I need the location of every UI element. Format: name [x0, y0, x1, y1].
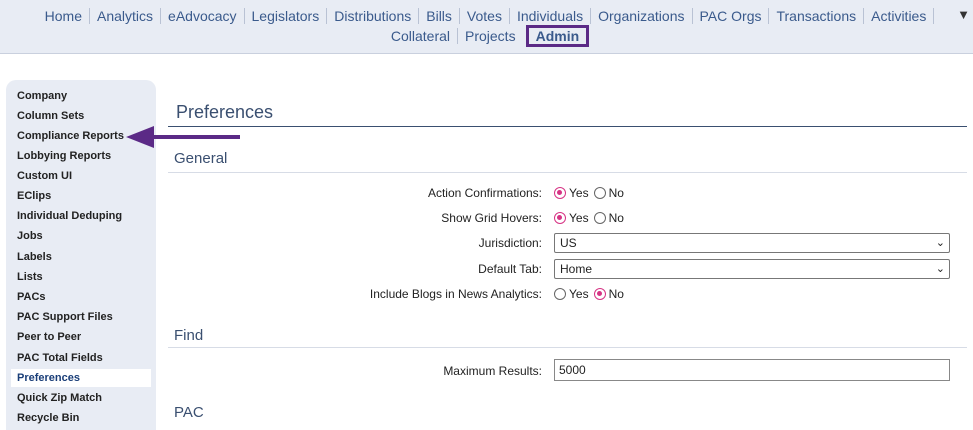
action-confirmations-label: Action Confirmations: — [427, 186, 542, 200]
nav-individuals[interactable]: Individuals — [508, 8, 590, 24]
sidebar-item-company[interactable]: Company — [17, 89, 67, 103]
title-divider — [168, 126, 967, 127]
radio-label-yes: Yes — [569, 211, 589, 225]
sidebar-item-pac-total-fields[interactable]: PAC Total Fields — [17, 351, 103, 365]
nav-legislators[interactable]: Legislators — [243, 8, 327, 24]
collapse-down-icon[interactable]: ▼ — [957, 7, 970, 22]
sidebar-item-individual-deduping[interactable]: Individual Deduping — [17, 209, 122, 223]
nav-row-2: Collateral Projects Admin — [0, 25, 973, 47]
nav-home[interactable]: Home — [38, 8, 89, 24]
section-divider — [168, 172, 967, 173]
section-general-heading: General — [174, 150, 228, 167]
sidebar-item-eclips[interactable]: EClips — [17, 189, 51, 203]
include-blogs-radio-group: Yes No — [554, 287, 629, 301]
jurisdiction-value: US — [560, 236, 577, 250]
sidebar-item-pac-support-files[interactable]: PAC Support Files — [17, 310, 113, 324]
sidebar-item-preferences[interactable]: Preferences — [11, 369, 151, 387]
section-find-heading: Find — [174, 327, 204, 344]
sidebar-item-lists[interactable]: Lists — [17, 270, 43, 284]
nav-organizations[interactable]: Organizations — [590, 8, 691, 24]
sidebar-item-compliance-reports[interactable]: Compliance Reports — [17, 129, 124, 143]
maximum-results-input[interactable]: 5000 — [554, 359, 950, 381]
nav-bills[interactable]: Bills — [418, 8, 459, 24]
radio-label-no: No — [608, 211, 624, 225]
radio-label-yes: Yes — [569, 186, 589, 200]
include-blogs-label: Include Blogs in News Analytics: — [369, 287, 542, 301]
chevron-down-icon: ⌄ — [935, 263, 945, 275]
top-nav: Home Analytics eAdvocacy Legislators Dis… — [0, 0, 973, 54]
nav-projects[interactable]: Projects — [457, 28, 523, 44]
nav-row-1: Home Analytics eAdvocacy Legislators Dis… — [0, 6, 973, 26]
maximum-results-label: Maximum Results: — [443, 364, 542, 378]
nav-divider — [933, 8, 935, 24]
show-grid-hovers-no-radio[interactable] — [593, 212, 606, 224]
nav-admin[interactable]: Admin — [525, 25, 590, 47]
section-pac-heading: PAC — [174, 404, 204, 421]
show-grid-hovers-yes-radio[interactable] — [554, 212, 566, 224]
default-tab-value: Home — [560, 262, 593, 276]
sidebar-item-quick-zip-match[interactable]: Quick Zip Match — [17, 391, 102, 405]
include-blogs-yes-radio[interactable] — [554, 288, 566, 300]
page-title: Preferences — [176, 102, 274, 122]
action-confirmations-no-radio[interactable] — [593, 187, 606, 199]
radio-label-yes: Yes — [569, 287, 589, 301]
default-tab-select[interactable]: Home ⌄ — [554, 259, 950, 279]
jurisdiction-label: Jurisdiction: — [478, 236, 542, 250]
sidebar-item-peer-to-peer[interactable]: Peer to Peer — [17, 330, 81, 344]
action-confirmations-radio-group: Yes No — [554, 186, 629, 200]
sidebar-item-column-sets[interactable]: Column Sets — [17, 109, 84, 123]
nav-eadvocacy[interactable]: eAdvocacy — [160, 8, 243, 24]
nav-distributions[interactable]: Distributions — [326, 8, 418, 24]
sidebar-item-lobbying-reports[interactable]: Lobbying Reports — [17, 149, 111, 163]
include-blogs-no-radio[interactable] — [593, 288, 606, 300]
radio-label-no: No — [608, 186, 624, 200]
pointer-arrow-icon — [126, 126, 240, 148]
nav-transactions[interactable]: Transactions — [768, 8, 863, 24]
chevron-down-icon: ⌄ — [935, 237, 945, 249]
sidebar-item-custom-ui[interactable]: Custom UI — [17, 169, 72, 183]
sidebar-item-jobs[interactable]: Jobs — [17, 229, 43, 243]
show-grid-hovers-label: Show Grid Hovers: — [441, 211, 542, 225]
show-grid-hovers-radio-group: Yes No — [554, 211, 629, 225]
nav-collateral[interactable]: Collateral — [384, 28, 457, 44]
radio-label-no: No — [608, 287, 624, 301]
jurisdiction-select[interactable]: US ⌄ — [554, 233, 950, 253]
nav-pac-orgs[interactable]: PAC Orgs — [691, 8, 769, 24]
sidebar-item-labels[interactable]: Labels — [17, 250, 52, 264]
sidebar-item-recycle-bin[interactable]: Recycle Bin — [17, 411, 79, 425]
action-confirmations-yes-radio[interactable] — [554, 187, 566, 199]
nav-votes[interactable]: Votes — [458, 8, 509, 24]
sidebar-item-pacs[interactable]: PACs — [17, 290, 46, 304]
default-tab-label: Default Tab: — [478, 262, 542, 276]
nav-analytics[interactable]: Analytics — [89, 8, 160, 24]
nav-activities[interactable]: Activities — [863, 8, 933, 24]
section-divider — [168, 347, 967, 348]
